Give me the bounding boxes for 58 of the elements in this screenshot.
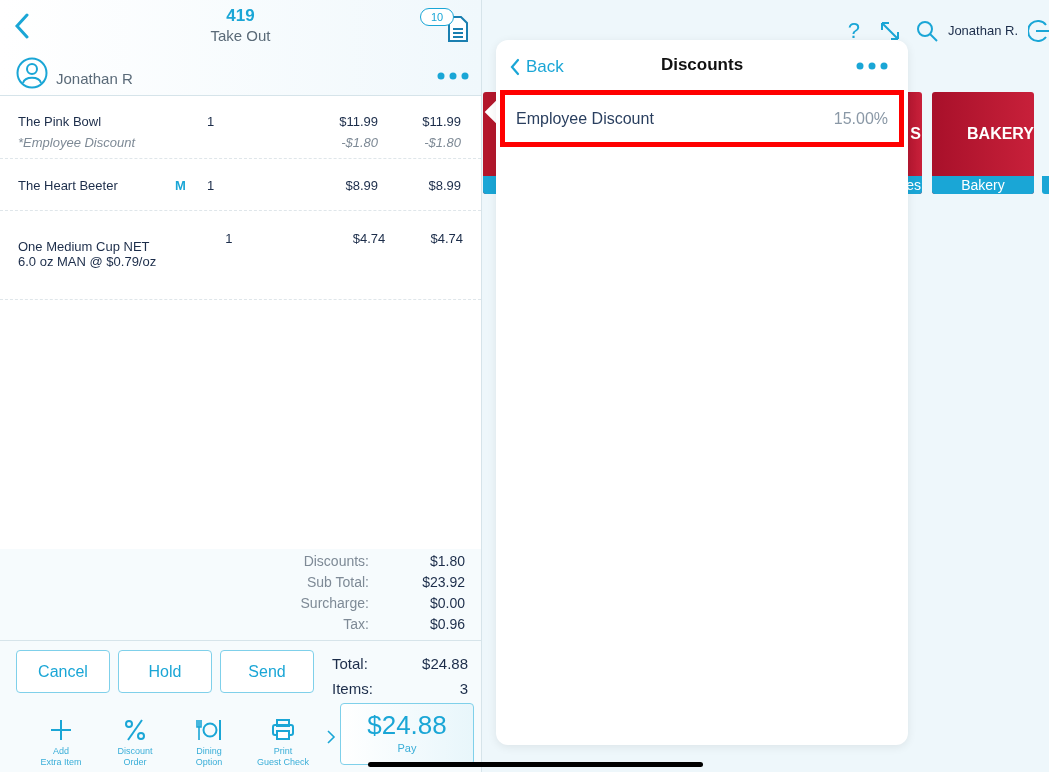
- chevron-right-icon[interactable]: [326, 729, 336, 745]
- order-number: 419: [226, 6, 255, 26]
- back-button[interactable]: Back: [510, 54, 564, 80]
- action-button[interactable]: Send: [220, 650, 314, 693]
- item-quantity: 1: [207, 114, 216, 129]
- total-label: Discounts:: [302, 552, 369, 571]
- back-icon[interactable]: [14, 13, 30, 39]
- more-icon[interactable]: [437, 72, 469, 80]
- item-total: $8.99: [427, 178, 461, 193]
- item-total: $4.74: [429, 231, 463, 246]
- total-label: Surcharge:: [299, 594, 369, 613]
- ticket-badge[interactable]: 10: [420, 6, 472, 44]
- user-name: Jonathan R.: [947, 21, 1018, 40]
- summary-label: Total:: [332, 654, 369, 674]
- modifier-label: M: [175, 178, 186, 193]
- user-icon[interactable]: [16, 57, 48, 89]
- logout-icon[interactable]: [1028, 18, 1049, 43]
- toolbar-button[interactable]: Print Guest Check: [246, 701, 320, 768]
- plus-icon: [48, 717, 74, 743]
- discount-total: -$1.80: [423, 135, 461, 150]
- item-name[interactable]: One Medium Cup NET 6.0 oz MAN @ $0.79/oz: [18, 239, 159, 269]
- item-quantity: 1: [207, 178, 216, 193]
- toolbar-button[interactable]: Add Extra Item: [24, 701, 98, 768]
- item-price: $11.99: [338, 114, 378, 129]
- item-name[interactable]: The Pink Bowl: [18, 114, 168, 129]
- summary-value: $24.88: [421, 654, 468, 674]
- total-value: $0.00: [428, 594, 465, 613]
- expand-icon[interactable]: [879, 20, 900, 41]
- pay-button[interactable]: $24.88 Pay: [340, 703, 474, 765]
- search-icon[interactable]: [915, 19, 938, 42]
- popover-title: Discounts: [660, 54, 744, 77]
- summary-value: 3: [458, 679, 468, 699]
- item-total: $11.99: [421, 114, 461, 129]
- action-button[interactable]: Cancel: [16, 650, 110, 693]
- item-price: $4.74: [351, 231, 386, 246]
- total-label: Tax:: [342, 615, 369, 634]
- total-value: $0.96: [428, 615, 465, 634]
- total-value: $23.92: [421, 573, 465, 592]
- discount-price: -$1.80: [340, 135, 378, 150]
- discount-label: *Employee Discount: [18, 135, 137, 150]
- item-quantity: 1: [225, 231, 234, 246]
- item-name[interactable]: The Heart Beeter: [18, 178, 168, 193]
- more-icon[interactable]: [856, 62, 888, 70]
- item-price: $8.99: [344, 178, 378, 193]
- customer-name: Jonathan R: [56, 68, 133, 89]
- discount-option[interactable]: Employee Discount 15.00%: [500, 90, 904, 147]
- total-value: $1.80: [428, 552, 465, 571]
- plate-icon: [196, 717, 222, 743]
- category-tile[interactable]: BAKERY Bakery: [932, 92, 1034, 194]
- chevron-left-icon: [510, 57, 520, 76]
- summary-label: Items:: [332, 679, 374, 699]
- printer-icon: [270, 717, 296, 743]
- toolbar-button[interactable]: Discount Order: [98, 701, 172, 768]
- toolbar-button[interactable]: Dining Option: [172, 701, 246, 768]
- order-type: Take Out: [210, 26, 271, 46]
- total-label: Sub Total:: [306, 573, 369, 592]
- action-button[interactable]: Hold: [118, 650, 212, 693]
- percent-icon: [122, 717, 148, 743]
